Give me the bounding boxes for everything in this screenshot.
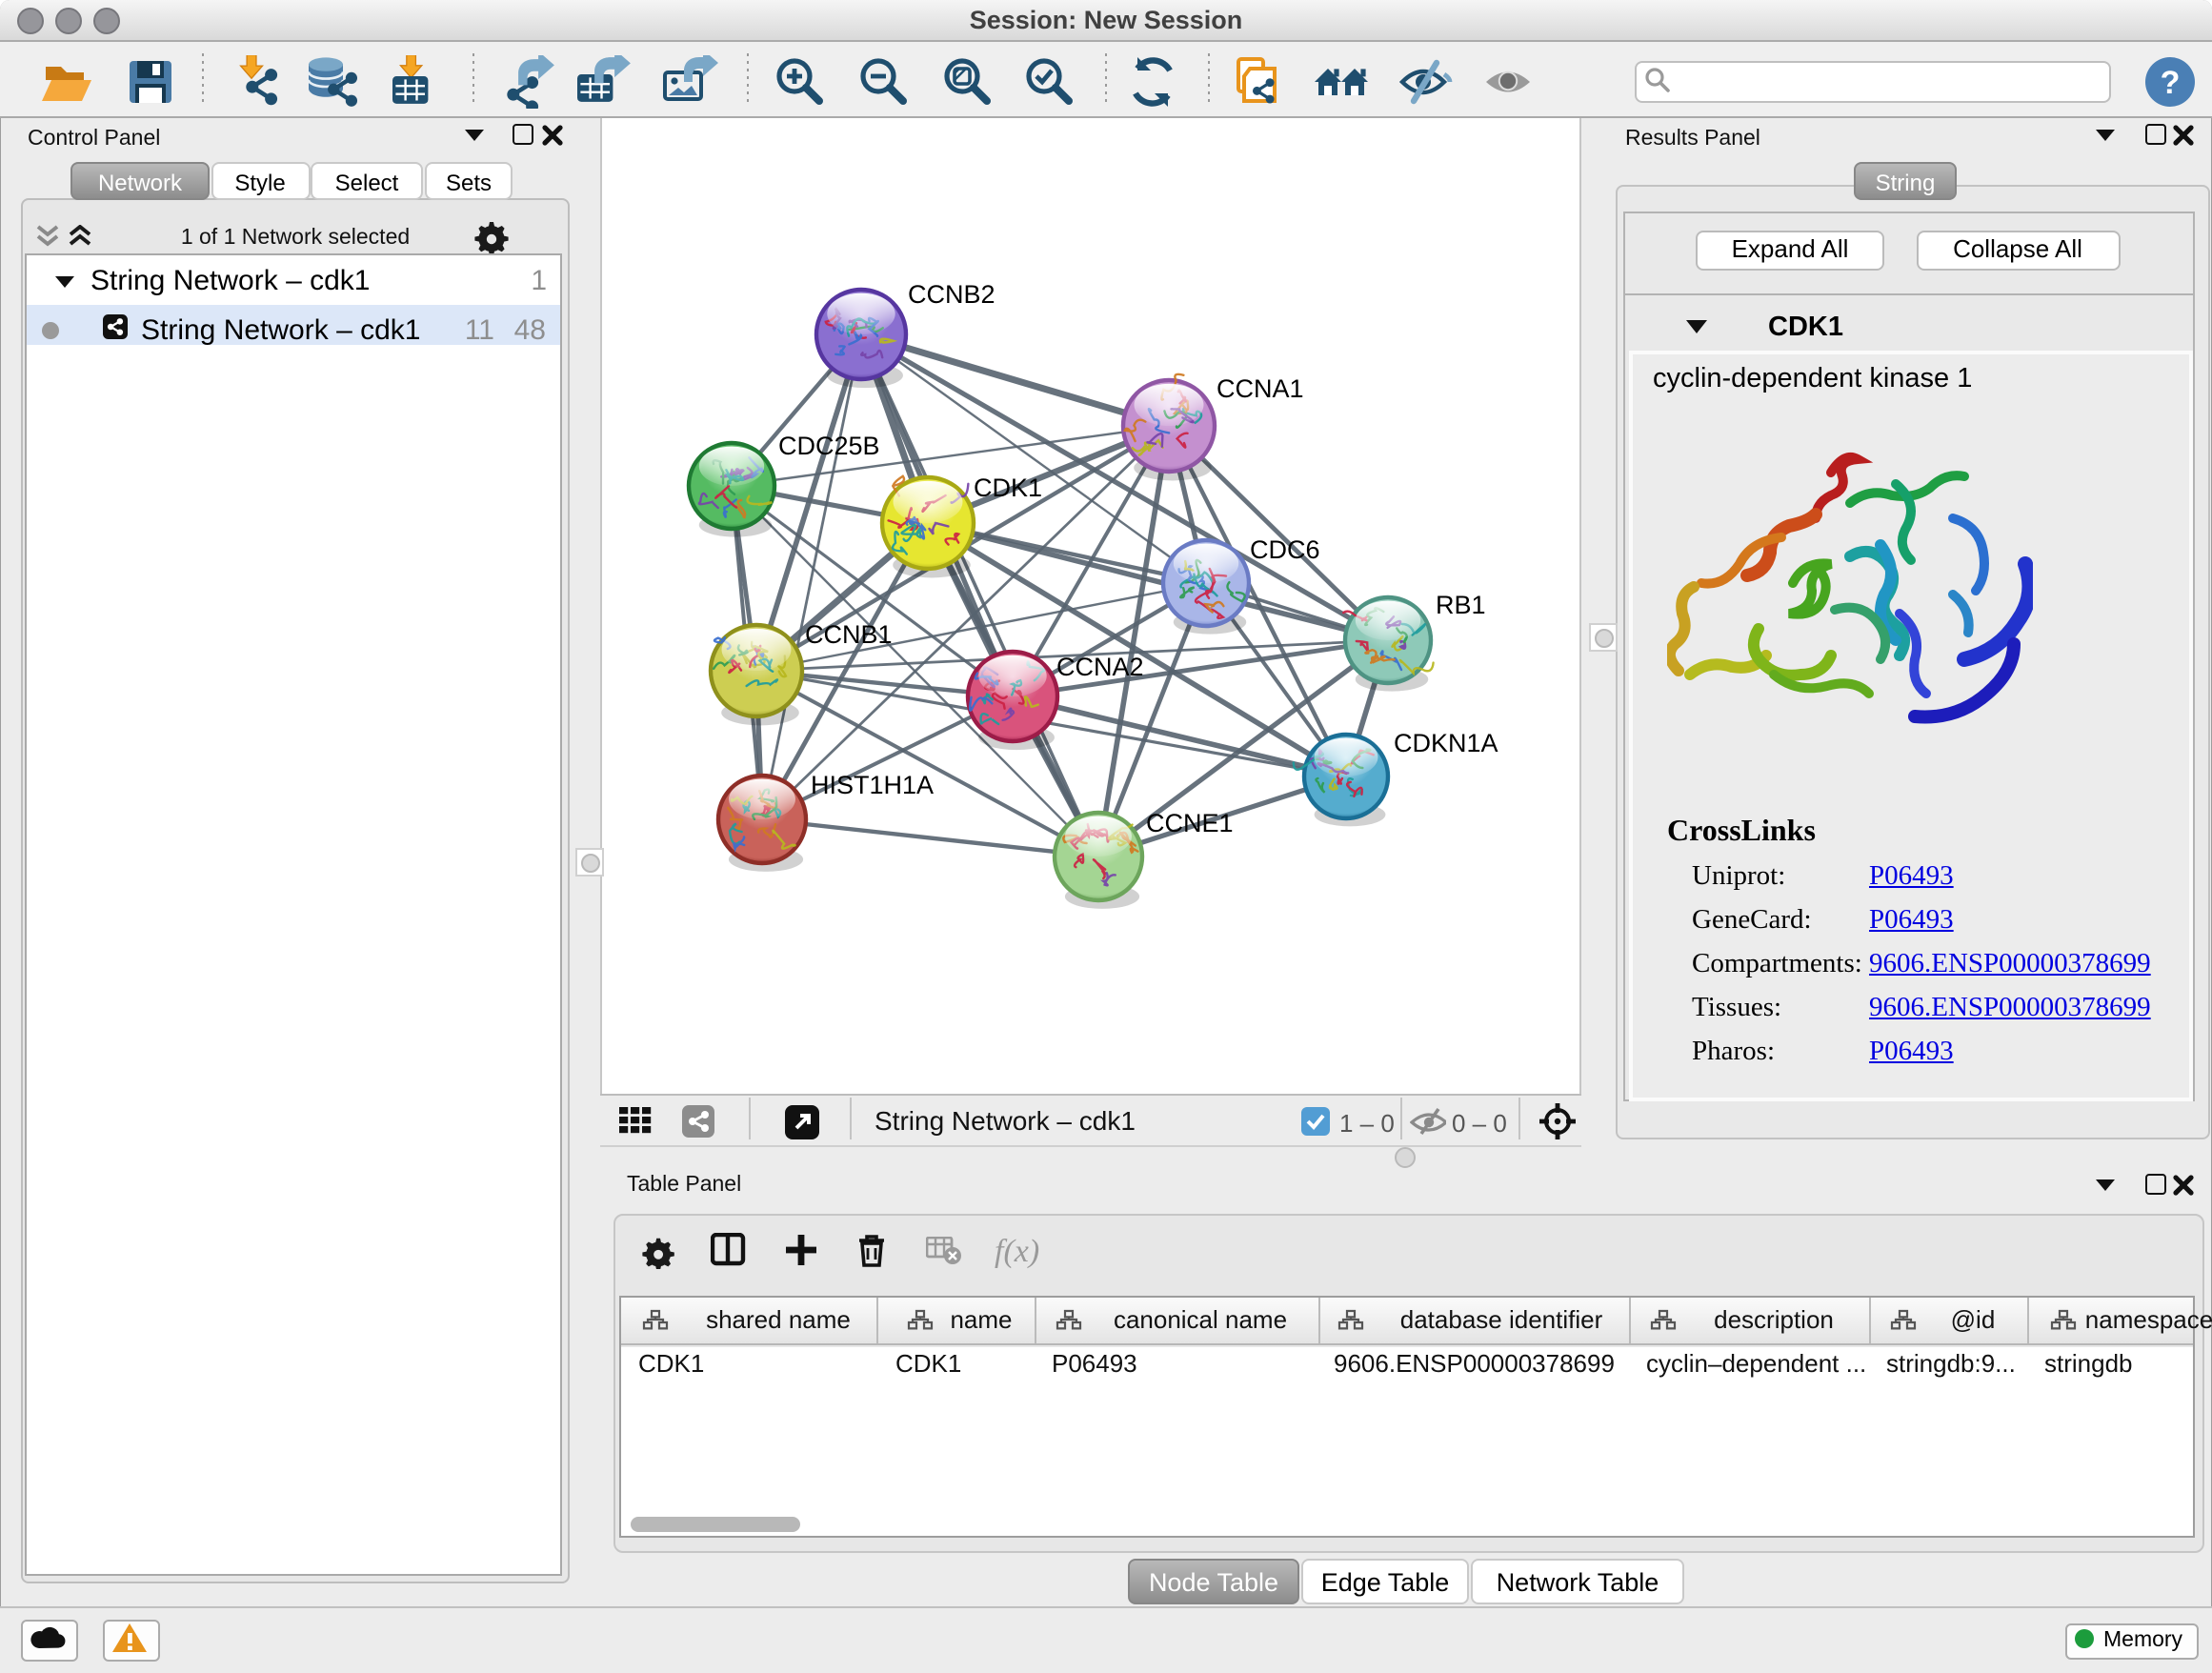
svg-text:CDKN1A: CDKN1A <box>1394 728 1498 756</box>
svg-text:CCNB2: CCNB2 <box>908 279 995 308</box>
svg-text:?: ? <box>2161 65 2181 101</box>
svg-text:CCNA1: CCNA1 <box>1217 373 1304 402</box>
svg-text:CDC25B: CDC25B <box>778 431 880 459</box>
svg-text:CCNB1: CCNB1 <box>805 619 893 648</box>
svg-text:CDK1: CDK1 <box>974 473 1042 501</box>
svg-text:HIST1H1A: HIST1H1A <box>811 770 934 798</box>
svg-text:CCNA2: CCNA2 <box>1056 652 1144 680</box>
svg-text:RB1: RB1 <box>1436 590 1486 618</box>
svg-text:CCNE1: CCNE1 <box>1146 808 1234 836</box>
svg-text:CDC6: CDC6 <box>1250 534 1320 563</box>
